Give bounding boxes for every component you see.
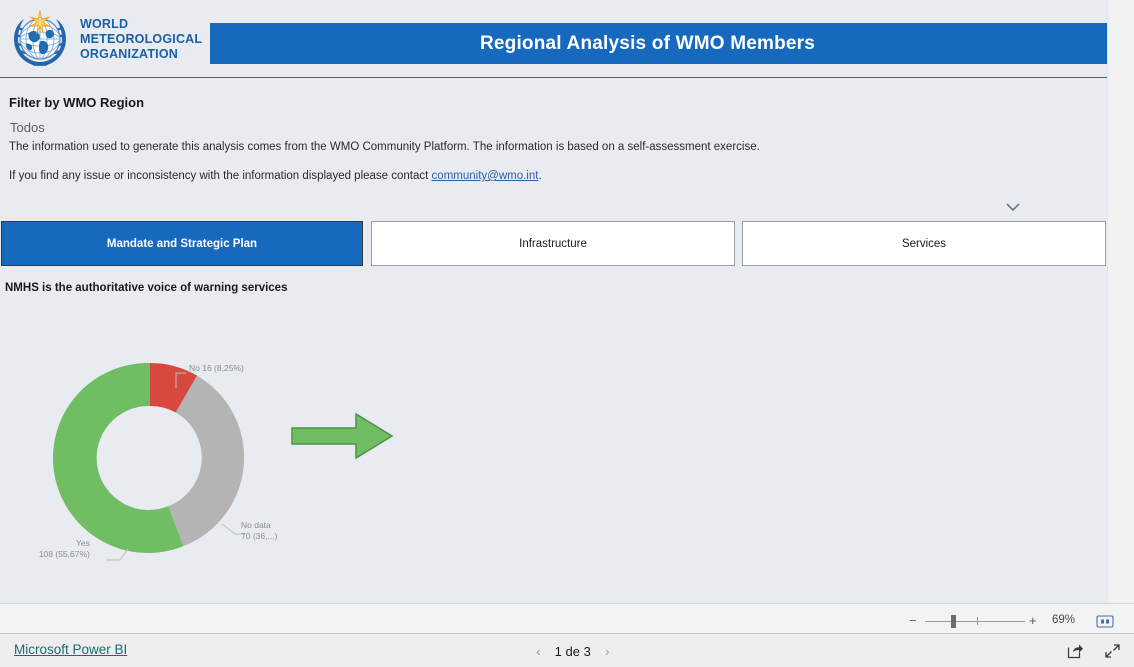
filter-label: Filter by WMO Region bbox=[9, 95, 145, 110]
donut-label-no-line1: No 16 (8,25%) bbox=[189, 363, 244, 373]
report-footer: Microsoft Power BI ‹ 1 de 3 › bbox=[0, 634, 1134, 667]
disclaimer-line-2: If you find any issue or inconsistency w… bbox=[9, 170, 542, 182]
page-indicator: 1 de 3 bbox=[554, 643, 591, 659]
donut-label-no-data: No data 70 (36,...) bbox=[241, 520, 277, 542]
donut-label-no: No 16 (8,25%) bbox=[189, 363, 244, 374]
zoom-out-button[interactable]: − bbox=[909, 613, 917, 628]
right-arrow-shape bbox=[288, 406, 398, 466]
zoom-bar: − + 69% bbox=[0, 603, 1134, 634]
report-canvas: WORLD METEOROLOGICAL ORGANIZATION Region… bbox=[0, 0, 1107, 603]
fullscreen-icon[interactable] bbox=[1104, 643, 1121, 659]
wmo-logo: WORLD METEOROLOGICAL ORGANIZATION bbox=[8, 8, 208, 70]
tab-mandate-and-strategic-plan[interactable]: Mandate and Strategic Plan bbox=[1, 221, 363, 266]
donut-label-yes-line2: 108 (55,67%) bbox=[38, 549, 90, 559]
contact-text-before: If you find any issue or inconsistency w… bbox=[9, 170, 432, 182]
tab-label: Services bbox=[901, 237, 947, 250]
right-arrow-icon bbox=[291, 412, 394, 460]
fullscreen-glyph bbox=[1105, 644, 1120, 658]
tab-infrastructure[interactable]: Infrastructure bbox=[371, 221, 735, 266]
chevron-down-icon[interactable] bbox=[1002, 197, 1024, 217]
visual-container: NMHS is the authoritative voice of warni… bbox=[0, 276, 1107, 596]
zoom-slider-tick bbox=[977, 617, 978, 625]
zoom-percentage: 69% bbox=[1052, 614, 1076, 626]
filter-selected-value[interactable]: Todos bbox=[10, 120, 45, 135]
microsoft-power-bi-link[interactable]: Microsoft Power BI bbox=[14, 642, 127, 657]
wmo-logo-text: WORLD METEOROLOGICAL ORGANIZATION bbox=[80, 17, 202, 62]
zoom-slider-track[interactable] bbox=[925, 621, 1025, 622]
zoom-in-button[interactable]: + bbox=[1029, 613, 1037, 628]
logo-line-3: ORGANIZATION bbox=[80, 46, 178, 61]
donut-label-yes: Yes 108 (55,67%) bbox=[36, 538, 90, 560]
filter-panel: Filter by WMO Region Todos The informati… bbox=[0, 79, 1107, 212]
share-icon[interactable] bbox=[1067, 643, 1084, 659]
page-title: Regional Analysis of WMO Members bbox=[479, 32, 816, 54]
zoom-slider-thumb[interactable] bbox=[951, 615, 956, 628]
logo-line-1: WORLD bbox=[80, 16, 129, 31]
report-header: WORLD METEOROLOGICAL ORGANIZATION Region… bbox=[0, 0, 1107, 78]
vertical-scrollbar-track[interactable] bbox=[1107, 0, 1134, 603]
visual-title: NMHS is the authoritative voice of warni… bbox=[5, 282, 288, 294]
fit-to-page-glyph bbox=[1096, 615, 1114, 628]
previous-page-icon[interactable]: ‹ bbox=[536, 644, 541, 658]
share-glyph bbox=[1067, 644, 1083, 659]
disclaimer-line-1: The information used to generate this an… bbox=[9, 141, 760, 153]
donut-label-yes-line1: Yes bbox=[76, 538, 90, 548]
report-title-bar: Regional Analysis of WMO Members bbox=[210, 23, 1107, 64]
fit-to-page-icon[interactable] bbox=[1096, 615, 1114, 628]
tab-services[interactable]: Services bbox=[742, 221, 1106, 266]
contact-email-link[interactable]: community@wmo.int bbox=[432, 170, 539, 182]
power-bi-report-viewer: WORLD METEOROLOGICAL ORGANIZATION Region… bbox=[0, 0, 1134, 667]
tab-label: Infrastructure bbox=[519, 237, 587, 250]
tab-strip: Mandate and Strategic Plan Infrastructur… bbox=[0, 221, 1107, 266]
next-page-icon[interactable]: › bbox=[605, 644, 610, 658]
chevron-down-glyph bbox=[1006, 203, 1020, 212]
contact-text-after: . bbox=[538, 170, 542, 182]
logo-line-2: METEOROLOGICAL bbox=[80, 31, 203, 46]
page-navigation: ‹ 1 de 3 › bbox=[536, 641, 610, 661]
wmo-emblem-icon bbox=[14, 9, 66, 66]
tab-label: Mandate and Strategic Plan bbox=[106, 237, 258, 250]
donut-label-no-data-line1: No data bbox=[241, 520, 271, 530]
donut-label-no-data-line2: 70 (36,...) bbox=[241, 531, 278, 541]
